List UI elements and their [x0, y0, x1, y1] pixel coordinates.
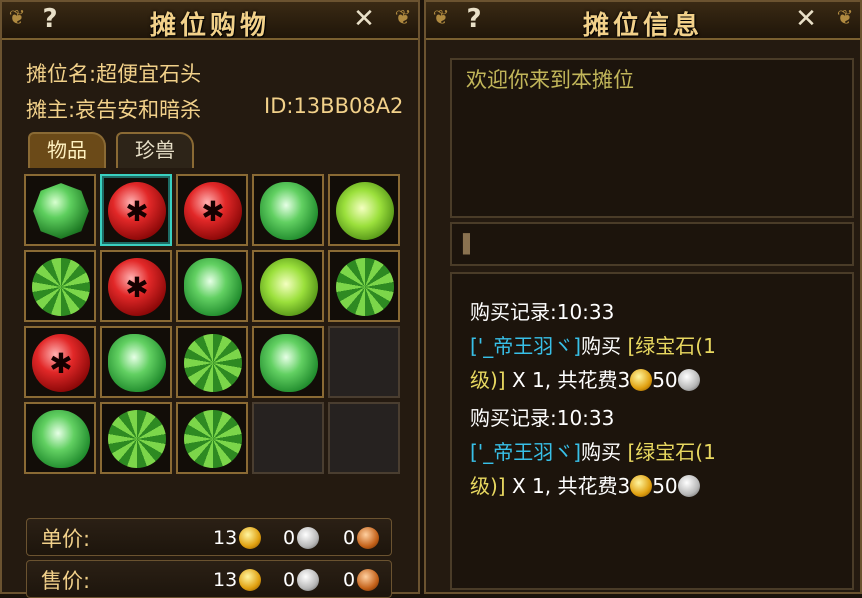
sell-price-copper: 0 [343, 569, 356, 591]
purchase-log-box: 购买记录:10:33 ['_帝王羽ヾ]购买 [绿宝石(1 级)] X 1, 共花… [450, 272, 854, 590]
log-silver: 50 [652, 368, 678, 392]
item-slot[interactable] [328, 250, 400, 322]
item-slot[interactable] [24, 402, 96, 474]
silver-coin-icon [297, 527, 319, 549]
copper-coin-icon [357, 569, 379, 591]
tab-pets[interactable]: 珍兽 [116, 132, 194, 168]
log-detail: X 1, 共花费3 [505, 474, 631, 498]
log-detail: X 1, 共花费3 [505, 368, 631, 392]
sell-price-silver: 0 [283, 569, 296, 591]
sell-price-gold: 13 [213, 569, 238, 591]
close-button[interactable]: ✕ [790, 4, 822, 34]
corner-ornament-icon: ❦ [836, 5, 854, 29]
peridot-gem-icon [336, 182, 394, 240]
ruby-gem-icon [184, 182, 242, 240]
log-silver: 50 [652, 474, 678, 498]
welcome-text: 欢迎你来到本摊位 [466, 68, 634, 92]
ruby-gem-icon [108, 258, 166, 316]
unit-price-gold: 13 [213, 527, 238, 549]
item-link[interactable]: [绿宝石(1 [627, 440, 715, 464]
gold-coin-icon [630, 475, 653, 497]
log-action: 购买 [581, 440, 622, 464]
stall-name: 摊位名:超便宜石头 [26, 62, 202, 86]
stall-owner: 摊主:哀告安和暗杀 [26, 98, 202, 122]
buyer-name[interactable]: ['_帝王羽ヾ] [470, 440, 581, 464]
unit-price-copper: 0 [343, 527, 356, 549]
item-slot[interactable] [176, 326, 248, 398]
item-grid [24, 174, 400, 474]
sell-price-bar: 售价: 13 0 0 [26, 560, 392, 598]
log-entry-detail: 级)] X 1, 共花费3 50 [470, 470, 700, 499]
item-link-tail[interactable]: 级)] [470, 368, 506, 392]
tab-items[interactable]: 物品 [28, 132, 106, 168]
cut-gem-icon [108, 410, 166, 468]
right-titlebar: ❦ ? 摊位信息 ✕ ❦ [426, 2, 860, 41]
unit-price-silver: 0 [283, 527, 296, 549]
jade-gem-icon [108, 334, 166, 392]
unit-price-bar: 单价: 13 0 0 [26, 518, 392, 556]
cut-gem-icon [184, 410, 242, 468]
silver-coin-icon [677, 475, 700, 497]
sell-price-label: 售价: [41, 569, 91, 593]
close-button[interactable]: ✕ [348, 4, 380, 34]
item-slot[interactable] [24, 326, 96, 398]
item-slot[interactable] [252, 326, 324, 398]
stall-shopping-panel: ❦ ? 摊位购物 ✕ ❦ 摊位名:超便宜石头 摊主:哀告安和暗杀 ID:13BB… [0, 0, 420, 598]
item-slot[interactable] [328, 174, 400, 246]
empty-item-slot[interactable] [252, 402, 324, 474]
item-slot[interactable] [176, 402, 248, 474]
copper-coin-icon [357, 527, 379, 549]
item-slot[interactable] [252, 174, 324, 246]
item-slot[interactable] [176, 174, 248, 246]
unit-price-label: 单价: [41, 527, 91, 551]
scroll-handle-icon[interactable]: ▐ [456, 234, 470, 255]
stall-info-panel: ❦ ? 摊位信息 ✕ ❦ 欢迎你来到本摊位 ▐ 购买记录:10:33 ['_帝王… [424, 0, 862, 594]
item-slot[interactable] [24, 250, 96, 322]
left-titlebar: ❦ ? 摊位购物 ✕ ❦ [2, 2, 418, 41]
buyer-name[interactable]: ['_帝王羽ヾ] [470, 334, 581, 358]
silver-coin-icon [297, 569, 319, 591]
cut-gem-icon [184, 334, 242, 392]
item-slot[interactable] [252, 250, 324, 322]
corner-ornament-icon: ❦ [394, 5, 412, 29]
item-slot[interactable] [24, 174, 96, 246]
item-slot[interactable] [100, 174, 172, 246]
item-slot[interactable] [100, 250, 172, 322]
item-slot[interactable] [100, 326, 172, 398]
jade-gem-icon [260, 182, 318, 240]
ruby-gem-icon [32, 334, 90, 392]
log-action: 购买 [581, 334, 622, 358]
peridot-gem-icon [260, 258, 318, 316]
chat-input-box[interactable]: ▐ [450, 222, 854, 266]
item-link-tail[interactable]: 级)] [470, 474, 506, 498]
emerald-gem-icon [33, 183, 89, 239]
jade-gem-icon [184, 258, 242, 316]
empty-item-slot[interactable] [328, 402, 400, 474]
log-entry: ['_帝王羽ヾ]购买 [绿宝石(1 [470, 330, 716, 359]
cut-gem-icon [336, 258, 394, 316]
ruby-gem-icon [108, 182, 166, 240]
item-slot[interactable] [100, 402, 172, 474]
item-slot[interactable] [176, 250, 248, 322]
silver-coin-icon [677, 369, 700, 391]
log-entry-detail: 级)] X 1, 共花费3 50 [470, 364, 700, 393]
log-header: 购买记录:10:33 [470, 406, 615, 430]
cut-gem-icon [32, 258, 90, 316]
gold-coin-icon [239, 527, 261, 549]
empty-item-slot[interactable] [328, 326, 400, 398]
gold-coin-icon [239, 569, 261, 591]
log-header: 购买记录:10:33 [470, 300, 615, 324]
jade-gem-icon [260, 334, 318, 392]
owner-id: ID:13BB08A2 [264, 94, 404, 118]
welcome-message-box: 欢迎你来到本摊位 [450, 58, 854, 218]
gold-coin-icon [630, 369, 653, 391]
log-entry: ['_帝王羽ヾ]购买 [绿宝石(1 [470, 436, 716, 465]
jade-gem-icon [32, 410, 90, 468]
item-link[interactable]: [绿宝石(1 [627, 334, 715, 358]
